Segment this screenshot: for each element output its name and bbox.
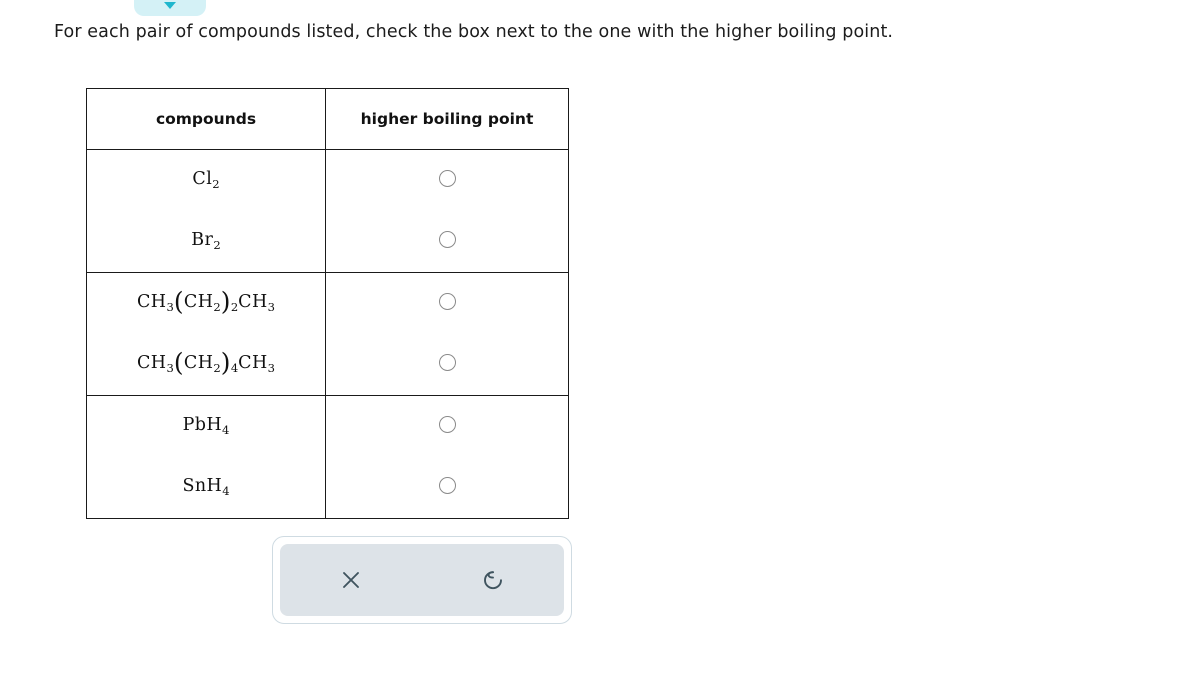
paren-close: ) <box>220 287 231 317</box>
radio-button-cl2[interactable] <box>438 170 456 187</box>
selection-cell <box>325 395 569 457</box>
compound-cell: Cl2 <box>86 149 326 211</box>
table-header-row: compounds higher boiling point <box>86 88 569 150</box>
table-row: CH3(CH2)4CH3 <box>86 334 569 396</box>
compound-formula: Cl2 <box>192 169 220 192</box>
compound-formula: PbH4 <box>182 415 230 438</box>
selection-cell <box>325 272 569 334</box>
radio-button-br2[interactable] <box>438 231 456 248</box>
top-tab-chip[interactable] <box>134 0 206 16</box>
compound-formula: CH3(CH2)4CH3 <box>137 348 275 378</box>
table-row: Br2 <box>86 211 569 273</box>
radio-button-snh4[interactable] <box>438 477 456 494</box>
compound-cell: CH3(CH2)4CH3 <box>86 334 326 396</box>
answer-toolbar-inner <box>280 544 564 616</box>
column-header-higher-boiling-point: higher boiling point <box>325 88 569 150</box>
compound-cell: CH3(CH2)2CH3 <box>86 272 326 334</box>
reset-button[interactable] <box>470 557 516 603</box>
selection-cell <box>325 149 569 211</box>
column-header-compounds: compounds <box>86 88 326 150</box>
undo-reset-icon <box>484 571 502 590</box>
close-x-icon <box>343 572 359 588</box>
radio-button-butane[interactable] <box>438 293 456 310</box>
selection-cell <box>325 211 569 273</box>
paren-open: ( <box>173 287 184 317</box>
boiling-point-table: compounds higher boiling point Cl2 Br2 C… <box>86 88 569 519</box>
clear-button[interactable] <box>328 557 374 603</box>
paren-close: ) <box>220 348 231 378</box>
compound-cell: SnH4 <box>86 457 326 519</box>
table-row: PbH4 <box>86 395 569 457</box>
compound-cell: PbH4 <box>86 395 326 457</box>
table-row: SnH4 <box>86 457 569 519</box>
answer-toolbar <box>272 536 572 624</box>
radio-button-pbh4[interactable] <box>438 416 456 433</box>
compound-formula: CH3(CH2)2CH3 <box>137 287 275 317</box>
compound-formula: Br2 <box>191 230 221 253</box>
selection-cell <box>325 334 569 396</box>
selection-cell <box>325 457 569 519</box>
table-row: CH3(CH2)2CH3 <box>86 272 569 334</box>
table-row: Cl2 <box>86 149 569 211</box>
chevron-down-icon <box>164 2 176 9</box>
compound-cell: Br2 <box>86 211 326 273</box>
paren-open: ( <box>173 348 184 378</box>
radio-button-hexane[interactable] <box>438 354 456 371</box>
compound-formula: SnH4 <box>182 476 230 499</box>
instruction-text: For each pair of compounds listed, check… <box>54 22 894 42</box>
